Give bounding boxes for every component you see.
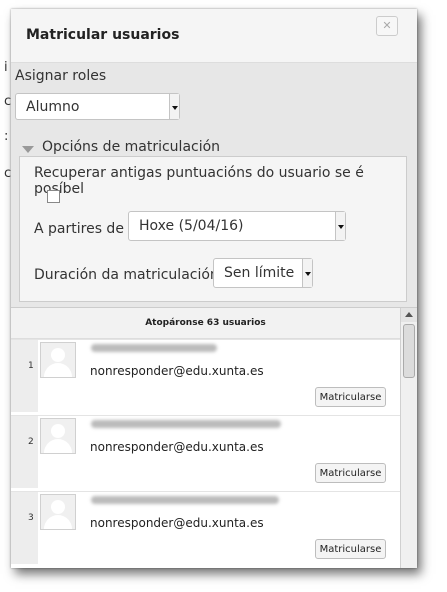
user-list: Atopáronse 63 usuarios 1 nonresponder@ed… (11, 307, 417, 568)
user-row: 3 nonresponder@edu.xunta.es Matricularse (11, 491, 400, 564)
row-number: 3 (11, 492, 38, 564)
enrol-options-fieldset: Recuperar antigas puntuacións do usuario… (19, 156, 407, 302)
enrol-button[interactable]: Matricularse (315, 387, 386, 407)
collapse-triangle-icon[interactable] (22, 146, 34, 153)
avatar (40, 418, 76, 454)
chevron-down-icon (335, 212, 345, 240)
role-select[interactable]: Alumno (15, 93, 180, 120)
chevron-down-icon (302, 259, 312, 287)
user-email: nonresponder@edu.xunta.es (90, 364, 264, 378)
start-date-label: A partires de (34, 221, 124, 237)
row-number: 2 (11, 416, 38, 488)
enrol-button[interactable]: Matricularse (315, 463, 386, 483)
user-row: 2 nonresponder@edu.xunta.es Matricularse (11, 415, 400, 488)
assign-roles-label: Asignar roles (15, 68, 107, 84)
duration-label: Duración da matriculación (34, 267, 219, 283)
dialog-title: Matricular usuarios (26, 27, 180, 43)
duration-select[interactable]: Sen límite (213, 258, 313, 288)
scrollbar-thumb[interactable] (403, 324, 415, 378)
start-date-select[interactable]: Hoxe (5/04/16) (128, 211, 346, 241)
avatar (40, 342, 76, 378)
row-number: 1 (11, 340, 38, 412)
duration-value: Sen límite (224, 265, 295, 281)
redacted-name (91, 420, 281, 428)
background-text: i (4, 60, 8, 75)
list-scrollbar[interactable] (400, 308, 417, 568)
redacted-name (91, 344, 217, 352)
recover-grades-label: Recuperar antigas puntuacións do usuario… (34, 165, 364, 197)
close-icon[interactable]: ✕ (376, 16, 398, 36)
background-text: : (4, 129, 9, 144)
enrol-users-dialog: Matricular usuarios ✕ Asignar roles Alum… (11, 9, 417, 568)
redacted-name (91, 496, 279, 504)
enrol-options-panel: Asignar roles Alumno Opcións de matricul… (11, 63, 417, 307)
enrol-button[interactable]: Matricularse (315, 539, 386, 559)
chevron-down-icon (169, 94, 179, 119)
user-email: nonresponder@edu.xunta.es (90, 516, 264, 530)
scroll-up-icon[interactable] (401, 308, 417, 322)
user-email: nonresponder@edu.xunta.es (90, 440, 264, 454)
role-select-value: Alumno (26, 98, 80, 115)
start-date-value: Hoxe (5/04/16) (139, 218, 244, 234)
users-found-count: Atopáronse 63 usuarios (11, 308, 400, 339)
dialog-header: Matricular usuarios ✕ (11, 9, 417, 63)
recover-grades-checkbox[interactable] (47, 190, 60, 203)
user-row: 1 nonresponder@edu.xunta.es Matricularse (11, 339, 400, 412)
enrol-options-legend[interactable]: Opcións de matriculación (42, 139, 220, 155)
avatar (40, 494, 76, 530)
